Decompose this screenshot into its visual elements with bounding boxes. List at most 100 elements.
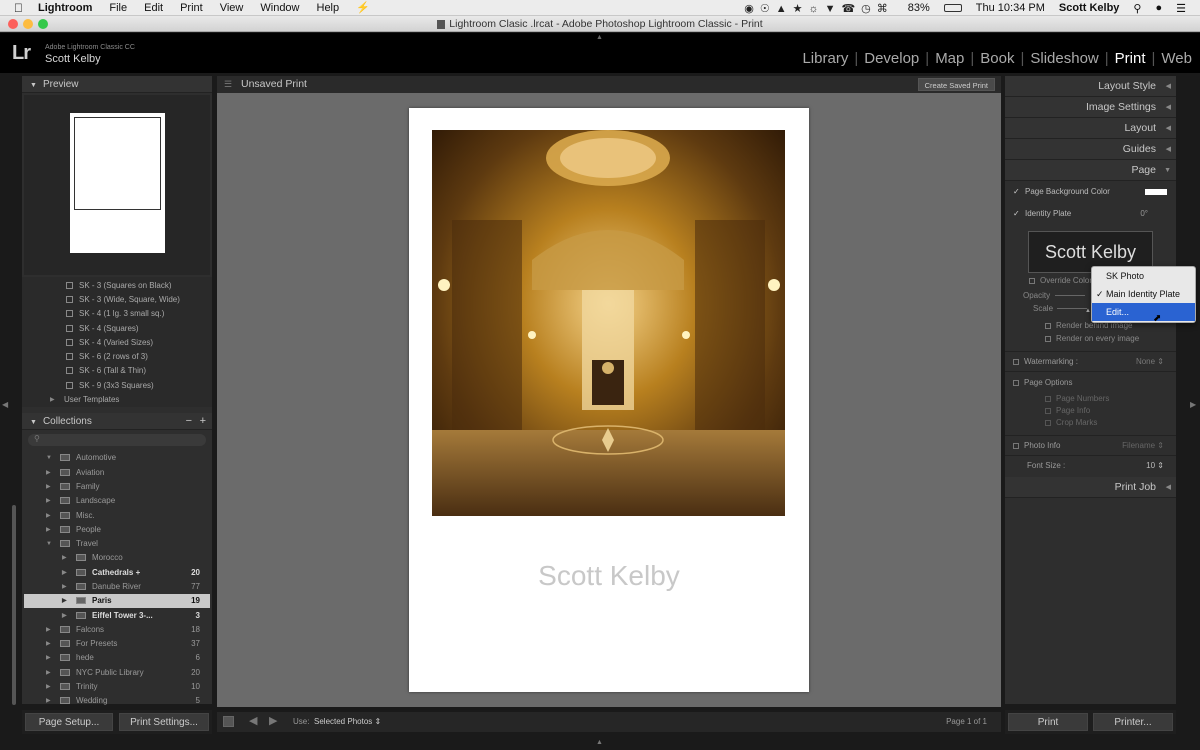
section-layout-style[interactable]: Layout Style ◀ — [1005, 76, 1176, 97]
page-setup-button[interactable]: Page Setup... — [25, 713, 113, 731]
collection-set[interactable]: ▶ Misc. — [22, 508, 212, 522]
page-numbers-row[interactable]: Page Numbers — [1005, 393, 1176, 405]
bottom-panel-toggle-icon[interactable]: ▲ — [596, 739, 603, 746]
collection-set[interactable]: ▶ Falcons 18 — [22, 622, 212, 636]
identity-plate-row[interactable]: ✓ Identity Plate 0° — [1005, 203, 1176, 225]
collection-set[interactable]: ▼ Travel — [22, 536, 212, 550]
module-map[interactable]: Map — [935, 50, 964, 67]
font-size-select[interactable]: 10 ⇕ — [1146, 456, 1164, 476]
print-settings-button[interactable]: Print Settings... — [119, 713, 209, 731]
opacity-slider[interactable] — [1055, 295, 1085, 296]
collection-set[interactable]: ▶ Aviation — [22, 465, 212, 479]
template-item[interactable]: SK - 6 (Tall & Thin) — [22, 364, 212, 378]
apple-icon[interactable]:  — [14, 1, 23, 15]
collection-item[interactable]: ▶ Cathedrals +20 — [22, 565, 212, 579]
identity-plate-checkbox[interactable]: ✓ — [1013, 210, 1020, 218]
collection-set[interactable]: ▶ Landscape — [22, 494, 212, 508]
collection-search-input[interactable]: ⚲ — [28, 433, 206, 446]
collection-set[interactable]: ▶ Wedding 5 — [22, 694, 212, 708]
override-color-checkbox[interactable] — [1029, 277, 1035, 284]
module-library[interactable]: Library — [802, 50, 848, 67]
menu-edit[interactable]: Edit — [144, 2, 163, 14]
module-book[interactable]: Book — [980, 50, 1014, 67]
collection-set[interactable]: ▶ Trinity 10 — [22, 679, 212, 693]
section-page[interactable]: Page ▼ — [1005, 160, 1176, 181]
module-web[interactable]: Web — [1161, 50, 1192, 67]
crop-marks-checkbox[interactable] — [1045, 419, 1051, 426]
menu-file[interactable]: File — [109, 2, 127, 14]
watermark-select[interactable]: None ⇕ — [1136, 352, 1164, 372]
photo-info-checkbox[interactable] — [1013, 442, 1019, 449]
printer-button[interactable]: Printer... — [1093, 713, 1173, 731]
siri-icon[interactable]: ● — [1155, 2, 1162, 14]
dropdown-item-sk-photo[interactable]: SK Photo — [1092, 267, 1195, 285]
identity-plate-text[interactable]: Scott Kelby — [409, 560, 809, 592]
print-button[interactable]: Print — [1008, 713, 1088, 731]
right-panel-toggle-icon[interactable]: ▶ — [1190, 400, 1196, 409]
collection-item-selected[interactable]: ▶ Paris 19 — [24, 593, 210, 608]
prev-page-icon[interactable]: ◀ — [249, 714, 257, 727]
page-options-checkbox[interactable] — [1013, 379, 1019, 386]
template-item[interactable]: SK - 3 (Squares on Black) — [22, 278, 212, 292]
page-info-checkbox[interactable] — [1045, 407, 1051, 414]
search-icon[interactable]: ⚲ — [1133, 2, 1141, 15]
collection-set[interactable]: ▶ NYC Public Library 20 — [22, 665, 212, 679]
module-develop[interactable]: Develop — [864, 50, 919, 67]
menu-window[interactable]: Window — [260, 2, 299, 14]
collection-set[interactable]: ▶ People — [22, 522, 212, 536]
bolt-icon[interactable]: ⚡ — [356, 1, 370, 14]
page-numbers-checkbox[interactable] — [1045, 395, 1051, 402]
watermarking-row[interactable]: Watermarking : None ⇕ — [1005, 351, 1176, 371]
photo-info-select[interactable]: Filename ⇕ — [1122, 436, 1164, 456]
left-scrollbar[interactable] — [12, 505, 16, 705]
collections-header[interactable]: ▼ Collections − + — [22, 412, 212, 430]
collection-item[interactable]: ▶ Eiffel Tower 3-... 3 — [22, 608, 212, 622]
section-image-settings[interactable]: Image Settings ◀ — [1005, 97, 1176, 118]
page-background-row[interactable]: ✓ Page Background Color — [1005, 181, 1176, 203]
crop-marks-row[interactable]: Crop Marks — [1005, 417, 1176, 429]
watermarking-checkbox[interactable] — [1013, 358, 1019, 365]
module-slideshow[interactable]: Slideshow — [1030, 50, 1098, 67]
template-item[interactable]: SK - 3 (Wide, Square, Wide) — [22, 292, 212, 306]
menu-list-icon[interactable]: ☰ — [1176, 2, 1186, 15]
remove-collection-icon[interactable]: − — [186, 413, 192, 430]
collection-set[interactable]: ▶ Morocco — [22, 551, 212, 565]
template-item[interactable]: SK - 4 (Squares) — [22, 321, 212, 335]
menu-view[interactable]: View — [220, 2, 244, 14]
user-templates-folder[interactable]: ▶ User Templates — [22, 392, 212, 406]
template-item[interactable]: SK - 4 (Varied Sizes) — [22, 335, 212, 349]
use-select[interactable]: Selected Photos ⇕ — [314, 717, 381, 726]
page-bg-color-swatch[interactable] — [1145, 189, 1167, 195]
font-size-row[interactable]: Font Size :10 ⇕ — [1005, 455, 1176, 475]
dropdown-item-main-identity-plate[interactable]: ✓ Main Identity Plate — [1092, 285, 1195, 303]
user-name[interactable]: Scott Kelby — [1059, 2, 1120, 14]
stop-icon[interactable] — [223, 716, 234, 727]
collection-set[interactable]: ▶ hede 6 — [22, 651, 212, 665]
identity-angle[interactable]: 0° — [1140, 203, 1148, 225]
section-guides[interactable]: Guides ◀ — [1005, 139, 1176, 160]
render-behind-checkbox[interactable] — [1045, 322, 1051, 329]
print-photo[interactable] — [432, 130, 785, 516]
module-print[interactable]: Print — [1115, 50, 1146, 67]
page-options-row[interactable]: Page Options — [1005, 371, 1176, 393]
photo-info-row[interactable]: Photo Info Filename ⇕ — [1005, 435, 1176, 455]
section-print-job[interactable]: Print Job ◀ — [1005, 477, 1176, 498]
minimize-window-button[interactable] — [23, 19, 33, 29]
close-window-button[interactable] — [8, 19, 18, 29]
template-item[interactable]: SK - 6 (2 rows of 3) — [22, 349, 212, 363]
section-layout[interactable]: Layout ◀ — [1005, 118, 1176, 139]
scale-slider[interactable] — [1057, 308, 1087, 309]
app-menu[interactable]: Lightroom — [38, 2, 92, 14]
template-item[interactable]: SK - 4 (1 lg. 3 small sq.) — [22, 307, 212, 321]
menu-print[interactable]: Print — [180, 2, 203, 14]
page-bg-checkbox[interactable]: ✓ — [1013, 188, 1020, 196]
menu-help[interactable]: Help — [317, 2, 340, 14]
render-every-row[interactable]: Render on every image — [1005, 332, 1176, 345]
render-every-checkbox[interactable] — [1045, 335, 1051, 342]
collection-item[interactable]: ▶ Danube River 77 — [22, 579, 212, 593]
left-panel-toggle-icon[interactable]: ◀ — [2, 400, 8, 409]
next-page-icon[interactable]: ▶ — [269, 714, 277, 727]
collapse-icon[interactable]: ☰ — [224, 76, 232, 93]
dropdown-item-edit[interactable]: Edit... — [1092, 303, 1195, 321]
collection-set[interactable]: ▶ Family — [22, 479, 212, 493]
